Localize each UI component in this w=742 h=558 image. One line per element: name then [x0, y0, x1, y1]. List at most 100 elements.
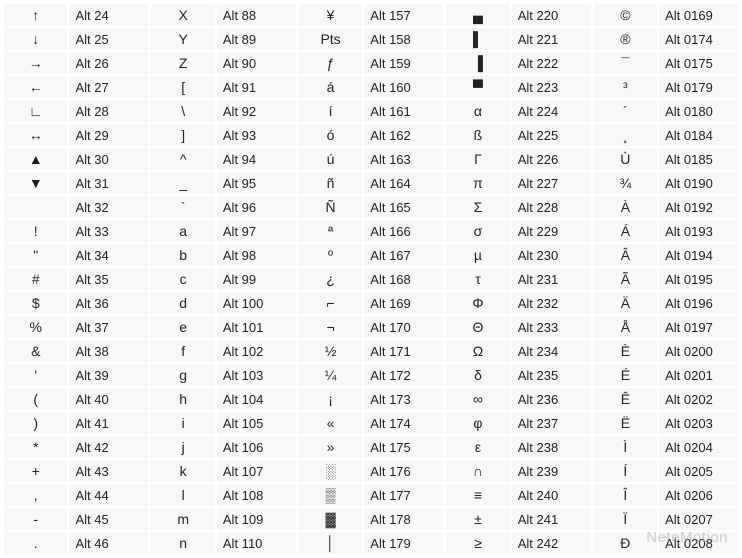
code-cell: Alt 32: [69, 196, 148, 218]
table-row: YAlt 89: [151, 28, 295, 50]
code-cell: Alt 179: [364, 532, 443, 554]
symbol-cell: Ã: [594, 268, 657, 290]
table-row: ↑Alt 24: [4, 4, 148, 26]
table-row: iAlt 105: [151, 412, 295, 434]
symbol-cell: ↓: [4, 28, 67, 50]
symbol-cell: i: [151, 412, 214, 434]
table-row: πAlt 227: [446, 172, 590, 194]
symbol-cell: ]: [151, 124, 214, 146]
code-cell: Alt 227: [512, 172, 591, 194]
table-row: ⌐Alt 169: [299, 292, 443, 314]
symbol-cell: º: [299, 244, 362, 266]
table-row: ÈAlt 0200: [594, 340, 738, 362]
table-row: φAlt 237: [446, 412, 590, 434]
code-cell: Alt 163: [364, 148, 443, 170]
code-cell: Alt 231: [512, 268, 591, 290]
code-cell: Alt 169: [364, 292, 443, 314]
symbol-cell: [4, 196, 67, 218]
code-cell: Alt 39: [69, 364, 148, 386]
symbol-cell: `: [151, 196, 214, 218]
table-row: ÐAlt 0208: [594, 532, 738, 554]
code-cell: Alt 0201: [659, 364, 738, 386]
table-row: ßAlt 225: [446, 124, 590, 146]
code-cell: Alt 0193: [659, 220, 738, 242]
table-row: ¾Alt 0190: [594, 172, 738, 194]
symbol-cell: _: [151, 172, 214, 194]
code-cell: Alt 172: [364, 364, 443, 386]
symbol-cell: Ù: [594, 148, 657, 170]
table-row: ±Alt 241: [446, 508, 590, 530]
code-cell: Alt 168: [364, 268, 443, 290]
code-cell: Alt 0207: [659, 508, 738, 530]
code-cell: Alt 104: [217, 388, 296, 410]
symbol-cell: Ì: [594, 436, 657, 458]
symbol-cell: ▄: [446, 4, 509, 26]
symbol-cell: ∩: [446, 460, 509, 482]
code-cell: Alt 166: [364, 220, 443, 242]
table-row: ®Alt 0174: [594, 28, 738, 50]
code-cell: Alt 165: [364, 196, 443, 218]
code-cell: Alt 174: [364, 412, 443, 434]
symbol-cell: µ: [446, 244, 509, 266]
table-row: ©Alt 0169: [594, 4, 738, 26]
code-cell: Alt 31: [69, 172, 148, 194]
code-cell: Alt 34: [69, 244, 148, 266]
code-cell: Alt 0185: [659, 148, 738, 170]
table-row: ▄Alt 220: [446, 4, 590, 26]
code-cell: Alt 234: [512, 340, 591, 362]
table-row: │Alt 179: [299, 532, 443, 554]
symbol-cell: ▓: [299, 508, 362, 530]
table-row: !Alt 33: [4, 220, 148, 242]
table-row: úAlt 163: [299, 148, 443, 170]
symbol-cell: Í: [594, 460, 657, 482]
code-cell: Alt 167: [364, 244, 443, 266]
symbol-cell: δ: [446, 364, 509, 386]
code-cell: Alt 108: [217, 484, 296, 506]
table-row: +Alt 43: [4, 460, 148, 482]
table-row: ▒Alt 177: [299, 484, 443, 506]
symbol-cell: Φ: [446, 292, 509, 314]
symbol-cell: h: [151, 388, 214, 410]
code-cell: Alt 110: [217, 532, 296, 554]
symbol-cell: Î: [594, 484, 657, 506]
symbol-cell: ß: [446, 124, 509, 146]
table-row: ºAlt 167: [299, 244, 443, 266]
table-row: ¥Alt 157: [299, 4, 443, 26]
code-cell: Alt 30: [69, 148, 148, 170]
table-row: ÏAlt 0207: [594, 508, 738, 530]
table-row: ÉAlt 0201: [594, 364, 738, 386]
code-cell: Alt 0196: [659, 292, 738, 314]
code-cell: Alt 235: [512, 364, 591, 386]
symbol-cell: ▲: [4, 148, 67, 170]
symbol-cell: ¯: [594, 52, 657, 74]
code-cell: Alt 229: [512, 220, 591, 242]
table-row: [Alt 91: [151, 76, 295, 98]
table-row: (Alt 40: [4, 388, 148, 410]
symbol-cell: Å: [594, 316, 657, 338]
symbol-cell: Á: [594, 220, 657, 242]
symbol-cell: a: [151, 220, 214, 242]
symbol-cell: Pts: [299, 28, 362, 50]
code-cell: Alt 95: [217, 172, 296, 194]
symbol-cell: b: [151, 244, 214, 266]
table-row: ´Alt 0180: [594, 100, 738, 122]
code-cell: Alt 94: [217, 148, 296, 170]
table-row: ¯Alt 0175: [594, 52, 738, 74]
code-cell: Alt 0197: [659, 316, 738, 338]
table-row: ³Alt 0179: [594, 76, 738, 98]
code-cell: Alt 90: [217, 52, 296, 74]
table-row: ←Alt 27: [4, 76, 148, 98]
code-cell: Alt 109: [217, 508, 296, 530]
symbol-cell: Ω: [446, 340, 509, 362]
symbol-cell: σ: [446, 220, 509, 242]
symbol-cell: Γ: [446, 148, 509, 170]
table-row: ↔Alt 29: [4, 124, 148, 146]
code-cell: Alt 33: [69, 220, 148, 242]
table-row: ▐Alt 222: [446, 52, 590, 74]
column: ↑Alt 24↓Alt 25→Alt 26←Alt 27∟Alt 28↔Alt …: [4, 4, 148, 554]
symbol-cell: ≥: [446, 532, 509, 554]
table-row: ÃAlt 0195: [594, 268, 738, 290]
code-cell: Alt 240: [512, 484, 591, 506]
code-cell: Alt 97: [217, 220, 296, 242]
code-cell: Alt 171: [364, 340, 443, 362]
